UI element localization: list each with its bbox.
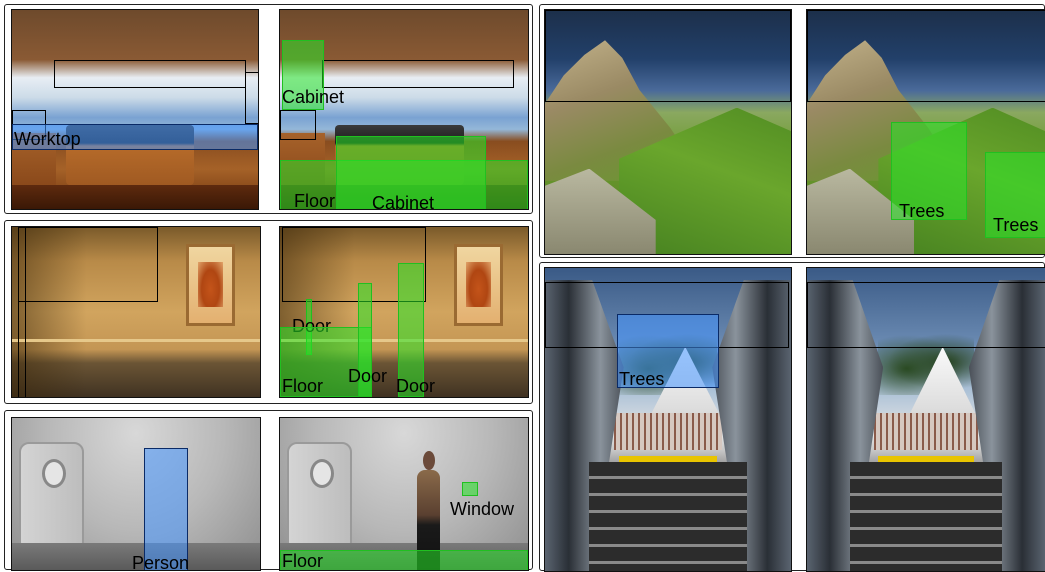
picture-frame-scene (453, 244, 504, 326)
window-box (462, 482, 478, 496)
detection-box (18, 227, 26, 397)
hallway-image-left (11, 226, 261, 398)
panel-mountain: Trees Trees (539, 4, 1045, 258)
escalator-fence-scene (873, 413, 979, 450)
detection-box (545, 10, 791, 102)
room-image-left: Person (11, 417, 261, 571)
cabinet-top-label: Cabinet (282, 87, 345, 107)
door-c-label: Door (396, 376, 436, 396)
trees-b-label: Trees (993, 215, 1039, 235)
floor-hall-label: Floor (282, 376, 324, 396)
detection-box (807, 10, 1045, 102)
detection-box (322, 60, 514, 88)
detection-box (280, 110, 316, 140)
vault-door-scene (19, 442, 84, 552)
panel-room: Person Window Floor (4, 410, 533, 571)
kitchen-floor-scene (12, 185, 258, 209)
escalator-image-left: Trees (544, 267, 792, 572)
kitchen-image-right: Cabinet Floor Cabinet (279, 9, 529, 210)
hallway-image-right: Door Floor Door Door (279, 226, 529, 398)
escalator-image-right (806, 267, 1045, 572)
floor-room-label: Floor (282, 551, 324, 571)
detection-box (807, 282, 1045, 348)
person-label: Person (132, 553, 190, 571)
panel-escalator: Trees (539, 262, 1045, 572)
escalator-steps-scene (589, 461, 747, 571)
cabinet-island-label: Cabinet (372, 193, 435, 210)
escalator-steps-scene (849, 461, 1003, 571)
floor-kitchen-label: Floor (294, 191, 336, 210)
window-label: Window (450, 499, 515, 519)
room-image-right: Window Floor (279, 417, 529, 571)
kitchen-image-left: Worktop (11, 9, 259, 210)
door-b-label: Door (348, 366, 388, 386)
detection-box (245, 72, 258, 124)
worktop-label: Worktop (14, 129, 81, 149)
wall-rail-scene (12, 339, 260, 343)
mountain-image-right: Trees Trees (806, 9, 1045, 255)
panel-hallway: Door Floor Door Door (4, 220, 533, 404)
panel-kitchen: Worktop Cabinet Floor Cabinet (4, 4, 533, 214)
vault-door-scene (287, 442, 352, 552)
trees-escalator-label: Trees (619, 369, 665, 389)
picture-frame-scene (185, 244, 236, 326)
trees-a-label: Trees (899, 201, 945, 221)
escalator-fence-scene (613, 413, 723, 450)
mountain-image-left (544, 9, 792, 255)
detection-box (54, 60, 246, 88)
detection-box (18, 227, 158, 302)
